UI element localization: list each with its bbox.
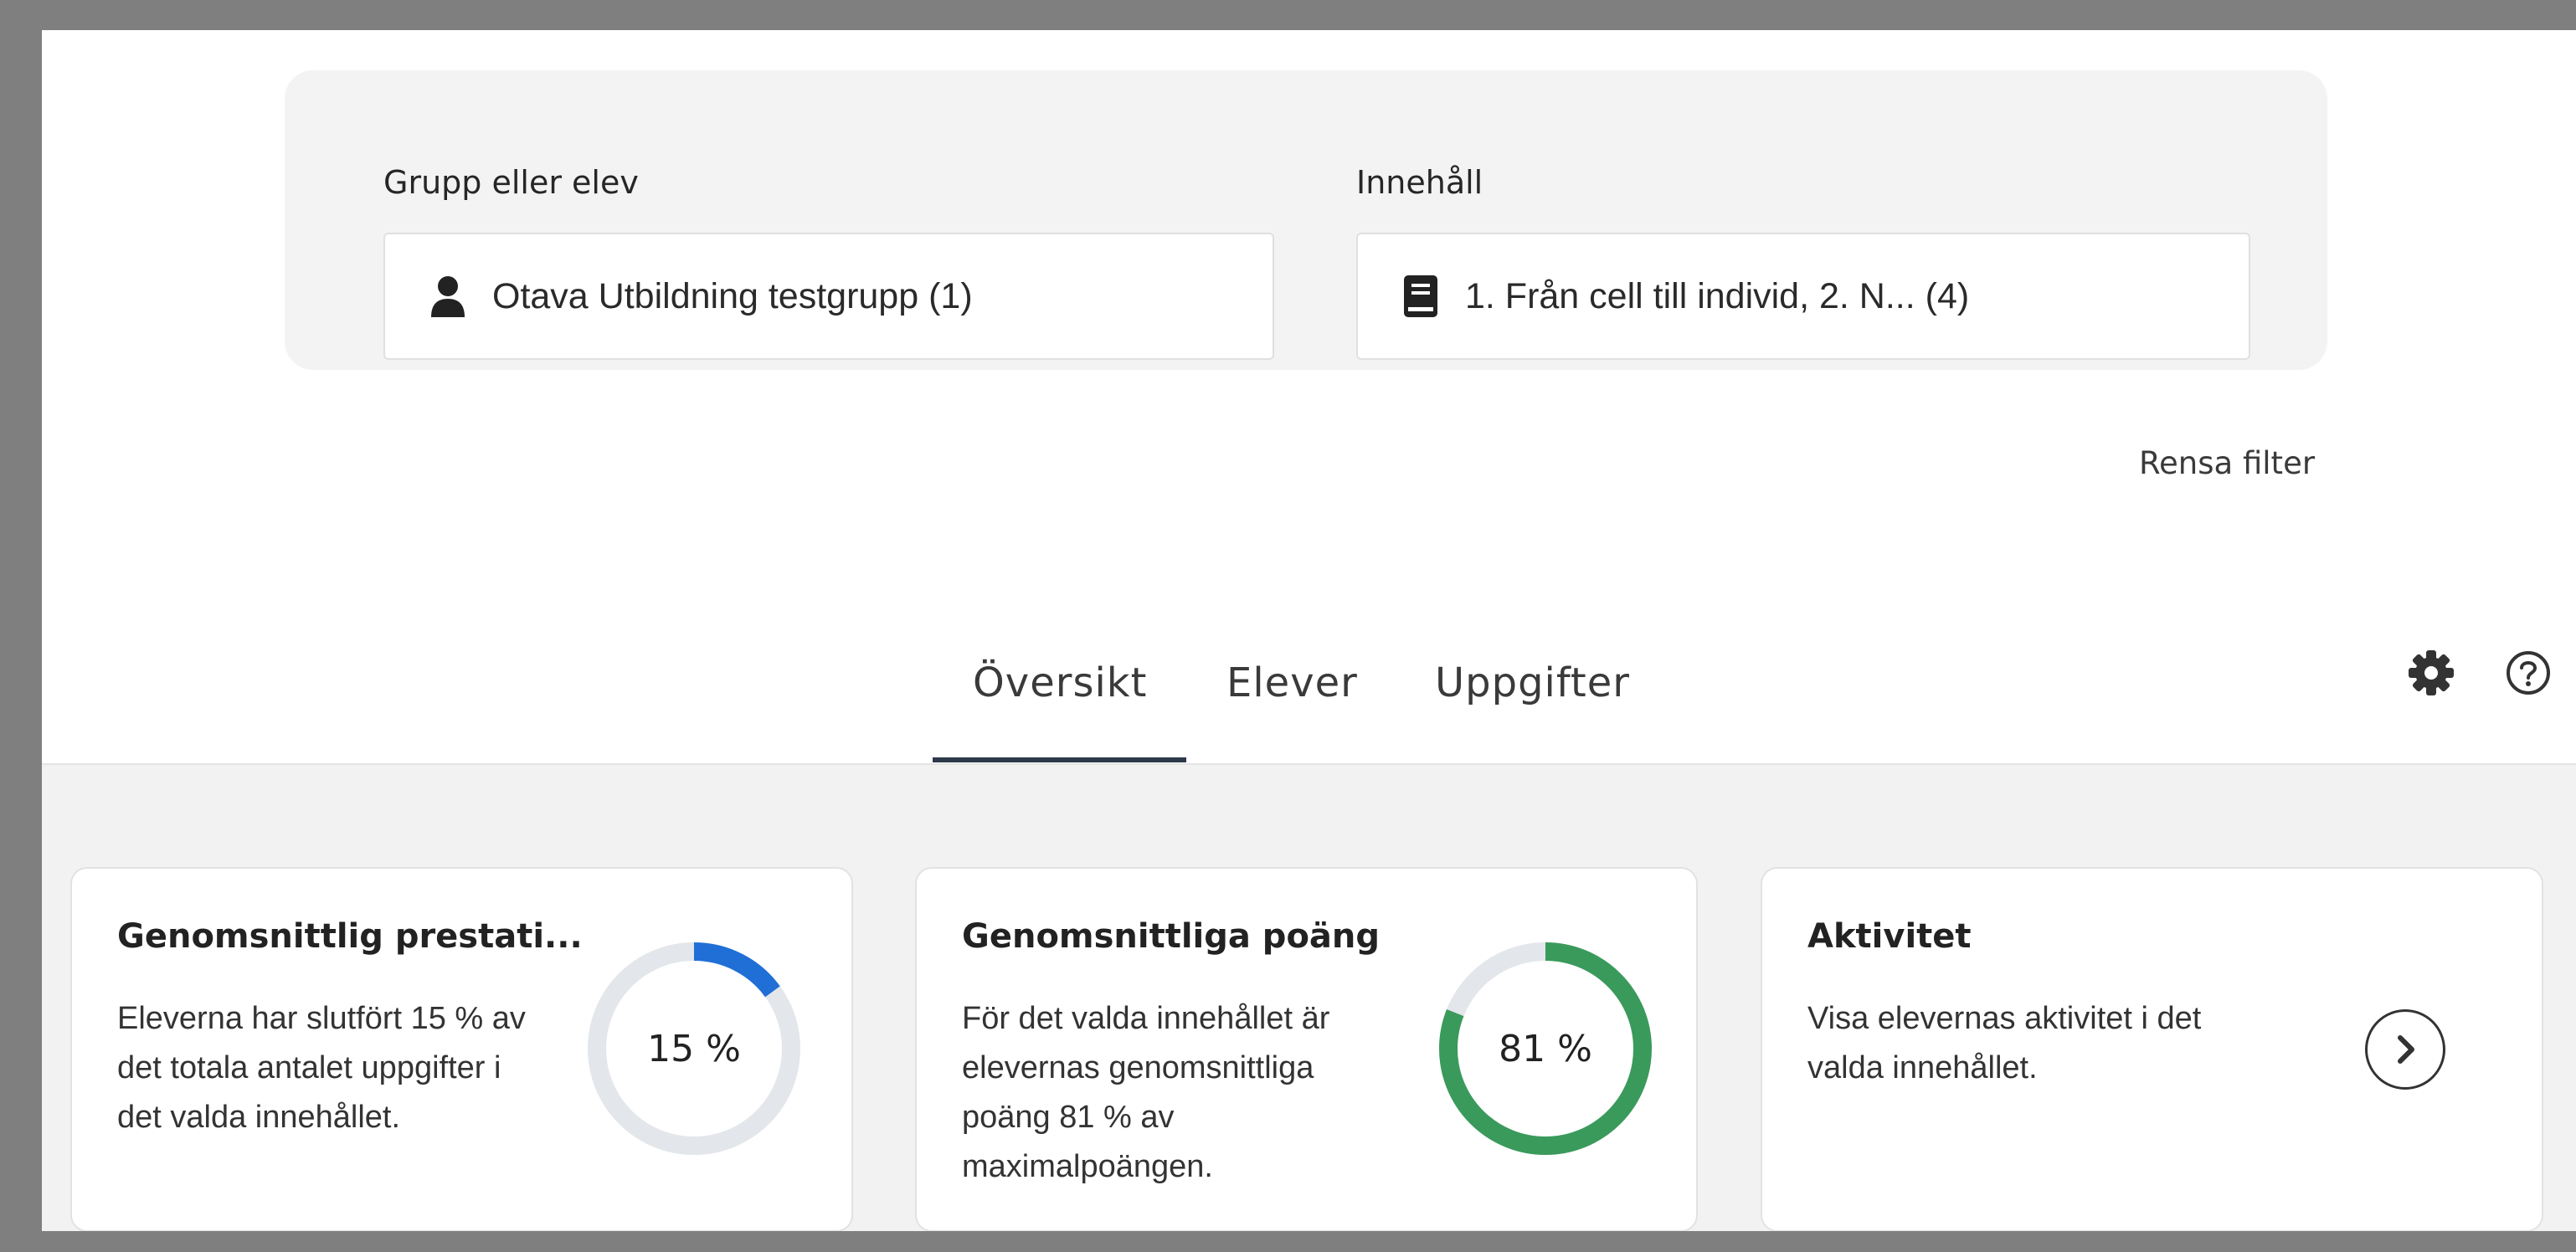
card-description: Visa elevernas aktivitet i det valda inn… <box>1807 994 2201 1093</box>
card-title: Genomsnittliga poäng <box>962 917 1381 956</box>
card-description-line: poäng 81 % av <box>962 1100 1175 1135</box>
book-icon <box>1400 273 1442 320</box>
card-average-performance: Genomsnittlig prestati... Eleverna har s… <box>70 867 853 1231</box>
active-tab-indicator <box>933 757 1186 762</box>
filter-panel: Grupp eller elev Otava Utbildning testgr… <box>285 70 2327 370</box>
gear-icon[interactable] <box>2408 649 2455 696</box>
card-description-line: det valda innehållet. <box>117 1100 401 1135</box>
chevron-right-icon <box>2398 1035 2414 1064</box>
user-icon <box>427 273 469 320</box>
points-donut: 81 % <box>1432 936 1658 1162</box>
tab-uppgifter[interactable]: Uppgifter <box>1435 659 1630 706</box>
card-description-line: För det valda innehållet är <box>962 1001 1330 1036</box>
card-activity[interactable]: Aktivitet Visa elevernas aktivitet i det… <box>1761 867 2543 1231</box>
progress-donut: 15 % <box>581 936 807 1162</box>
clear-filter-link[interactable]: Rensa filter <box>2139 445 2315 481</box>
card-description-line: det totala antalet uppgifter i <box>117 1050 501 1085</box>
card-description-line: elevernas genomsnittliga <box>962 1050 1314 1085</box>
overview-content: Genomsnittlig prestati... Eleverna har s… <box>42 765 2576 1231</box>
card-description: För det valda innehållet är elevernas ge… <box>962 994 1329 1192</box>
card-description-line: maximalpoängen. <box>962 1149 1213 1184</box>
content-filter-label: Innehåll <box>1356 164 1483 201</box>
content-filter-value: 1. Från cell till individ, 2. N... (4) <box>1465 275 1970 316</box>
activity-open-button[interactable] <box>2365 1009 2445 1090</box>
tab-elever[interactable]: Elever <box>1226 659 1358 706</box>
card-description: Eleverna har slutfört 15 % av det totala… <box>117 994 526 1142</box>
app-window: Grupp eller elev Otava Utbildning testgr… <box>42 30 2576 1231</box>
card-title: Genomsnittlig prestati... <box>117 917 583 956</box>
tab-oversikt[interactable]: Översikt <box>973 659 1147 706</box>
group-filter-value: Otava Utbildning testgrupp (1) <box>492 275 973 316</box>
card-description-line: Eleverna har slutfört 15 % av <box>117 1001 526 1036</box>
card-description-line: Visa elevernas aktivitet i det <box>1807 1001 2202 1036</box>
card-description-line: valda innehållet. <box>1807 1050 2038 1085</box>
card-average-points: Genomsnittliga poäng För det valda inneh… <box>915 867 1698 1231</box>
donut-percent-label: 15 % <box>647 1027 741 1070</box>
group-filter-select[interactable]: Otava Utbildning testgrupp (1) <box>383 233 1274 360</box>
donut-percent-label: 81 % <box>1499 1027 1592 1070</box>
tab-bar: Översikt Elever Uppgifter <box>42 616 2576 765</box>
card-title: Aktivitet <box>1807 917 1972 956</box>
content-filter-select[interactable]: 1. Från cell till individ, 2. N... (4) <box>1356 233 2250 360</box>
help-icon[interactable] <box>2505 649 2552 696</box>
group-filter-label: Grupp eller elev <box>383 164 639 201</box>
